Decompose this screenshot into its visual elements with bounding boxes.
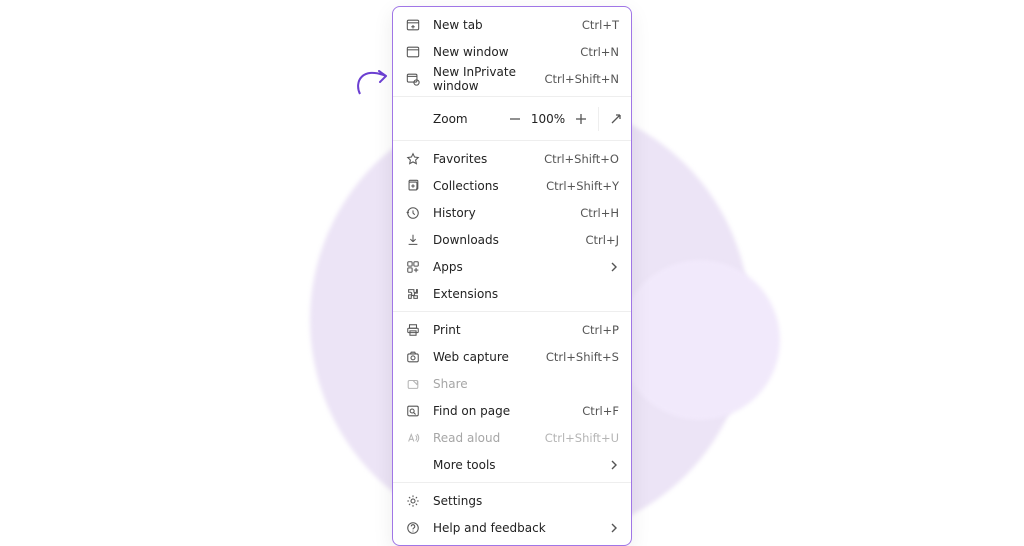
menu-item-label: Read aloud	[433, 431, 545, 445]
browser-overflow-menu: New tab Ctrl+T New window Ctrl+N New InP…	[392, 6, 632, 546]
menu-item-label: Web capture	[433, 350, 546, 364]
settings-icon	[405, 493, 421, 509]
new-tab-icon	[405, 17, 421, 33]
menu-item-web-capture[interactable]: Web capture Ctrl+Shift+S	[393, 343, 631, 370]
menu-item-extensions[interactable]: Extensions	[393, 280, 631, 307]
shortcut-label: Ctrl+Shift+N	[545, 72, 619, 86]
menu-item-label: Apps	[433, 260, 609, 274]
shortcut-label: Ctrl+P	[582, 323, 619, 337]
separator	[393, 140, 631, 141]
separator	[393, 311, 631, 312]
menu-item-label: Favorites	[433, 152, 544, 166]
menu-item-label: Extensions	[433, 287, 619, 301]
read-aloud-icon	[405, 430, 421, 446]
chevron-right-icon	[609, 523, 619, 533]
background-blob	[620, 260, 780, 420]
menu-item-label: Downloads	[433, 233, 586, 247]
menu-item-label: New window	[433, 45, 580, 59]
zoom-out-button[interactable]	[500, 101, 530, 136]
menu-item-label: Help and feedback	[433, 521, 609, 535]
share-icon	[405, 376, 421, 392]
menu-item-label: Collections	[433, 179, 546, 193]
menu-item-label: Print	[433, 323, 582, 337]
fullscreen-button[interactable]	[601, 101, 631, 136]
shortcut-label: Ctrl+F	[582, 404, 619, 418]
menu-item-label: Share	[433, 377, 619, 391]
menu-item-new-window[interactable]: New window Ctrl+N	[393, 38, 631, 65]
apps-icon	[405, 259, 421, 275]
menu-item-label: New tab	[433, 18, 582, 32]
find-icon	[405, 403, 421, 419]
annotation-arrow	[352, 62, 400, 102]
separator	[598, 107, 599, 131]
shortcut-label: Ctrl+H	[580, 206, 619, 220]
menu-item-label: New InPrivate window	[433, 65, 545, 93]
shortcut-label: Ctrl+T	[582, 18, 619, 32]
collections-icon	[405, 178, 421, 194]
zoom-value: 100%	[530, 112, 566, 126]
menu-item-settings[interactable]: Settings	[393, 487, 631, 514]
menu-item-collections[interactable]: Collections Ctrl+Shift+Y	[393, 172, 631, 199]
shortcut-label: Ctrl+Shift+U	[545, 431, 619, 445]
chevron-right-icon	[609, 262, 619, 272]
zoom-controls: 100%	[500, 101, 631, 136]
extensions-icon	[405, 286, 421, 302]
shortcut-label: Ctrl+Shift+S	[546, 350, 619, 364]
separator	[393, 96, 631, 97]
inprivate-icon	[405, 71, 421, 87]
history-icon	[405, 205, 421, 221]
menu-item-label: Zoom	[433, 112, 500, 126]
menu-item-zoom: Zoom 100%	[393, 101, 631, 136]
menu-item-label: History	[433, 206, 580, 220]
separator	[393, 482, 631, 483]
menu-item-help[interactable]: Help and feedback	[393, 514, 631, 541]
menu-item-find[interactable]: Find on page Ctrl+F	[393, 397, 631, 424]
menu-item-label: Find on page	[433, 404, 582, 418]
new-window-icon	[405, 44, 421, 60]
menu-item-label: More tools	[433, 458, 609, 472]
shortcut-label: Ctrl+Shift+O	[544, 152, 619, 166]
menu-item-read-aloud: Read aloud Ctrl+Shift+U	[393, 424, 631, 451]
menu-item-label: Settings	[433, 494, 619, 508]
web-capture-icon	[405, 349, 421, 365]
favorites-icon	[405, 151, 421, 167]
menu-item-new-tab[interactable]: New tab Ctrl+T	[393, 11, 631, 38]
menu-item-history[interactable]: History Ctrl+H	[393, 199, 631, 226]
blank-icon	[405, 457, 421, 473]
menu-item-share: Share	[393, 370, 631, 397]
menu-item-favorites[interactable]: Favorites Ctrl+Shift+O	[393, 145, 631, 172]
menu-item-new-inprivate[interactable]: New InPrivate window Ctrl+Shift+N	[393, 65, 631, 92]
menu-item-apps[interactable]: Apps	[393, 253, 631, 280]
print-icon	[405, 322, 421, 338]
help-icon	[405, 520, 421, 536]
menu-item-downloads[interactable]: Downloads Ctrl+J	[393, 226, 631, 253]
chevron-right-icon	[609, 460, 619, 470]
downloads-icon	[405, 232, 421, 248]
shortcut-label: Ctrl+J	[586, 233, 620, 247]
zoom-in-button[interactable]	[566, 101, 596, 136]
menu-item-more-tools[interactable]: More tools	[393, 451, 631, 478]
shortcut-label: Ctrl+N	[580, 45, 619, 59]
menu-item-print[interactable]: Print Ctrl+P	[393, 316, 631, 343]
shortcut-label: Ctrl+Shift+Y	[546, 179, 619, 193]
